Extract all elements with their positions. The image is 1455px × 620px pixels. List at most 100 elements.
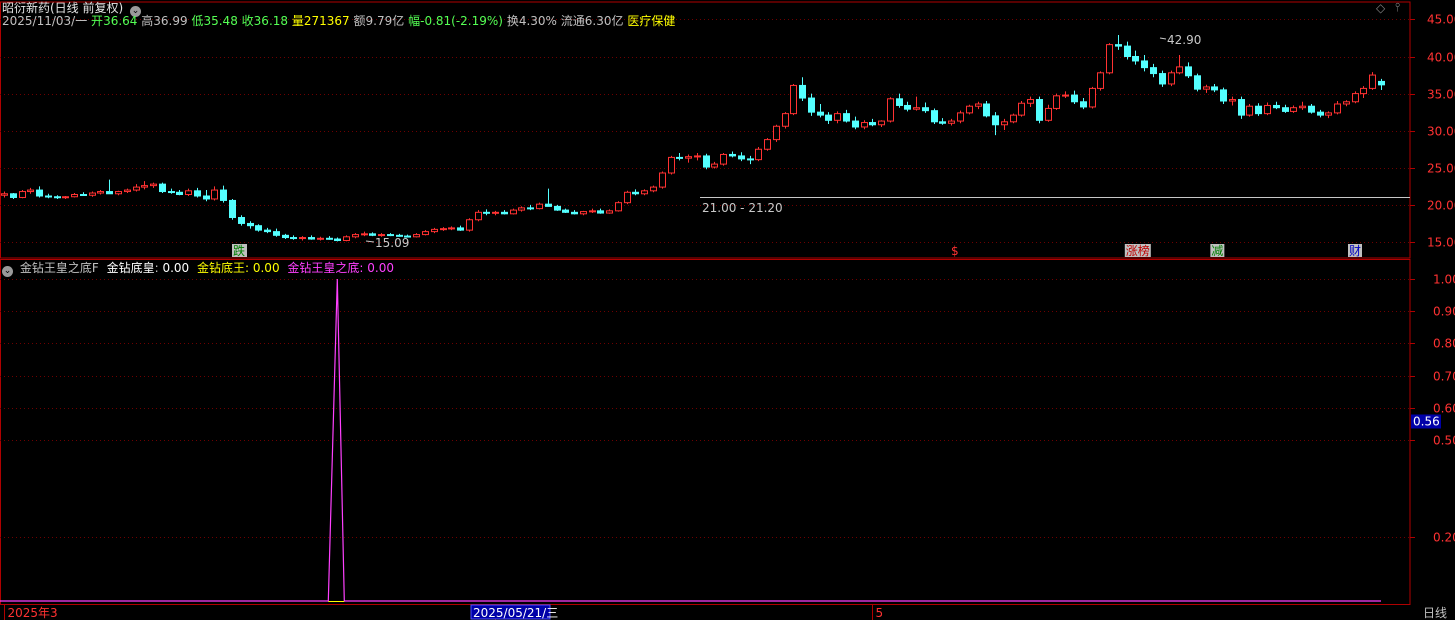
event-marker[interactable]: 财 [1348,244,1362,258]
candle [431,227,438,234]
candle [124,188,131,194]
stock-title[interactable]: 昭衍新药(日线 前复权) [2,1,123,15]
event-marker-label[interactable]: 减 [1211,244,1223,258]
event-marker[interactable]: 跌 [232,243,247,258]
candle [176,190,183,196]
close-value: 36.18 [253,14,289,28]
low-value: 35.48 [203,14,238,28]
candle [1150,63,1157,78]
sector-link[interactable]: 医疗保健 [627,14,675,28]
candle [808,93,815,116]
candle [159,182,166,194]
candle-body [659,172,666,188]
candle-body [1036,99,1043,121]
quote-row: 2025/11/03/一 开36.64 高36.99 低35.48 收36.18… [2,14,675,28]
candle-body [422,231,429,236]
indicator-name[interactable]: 金钻王皇之底F [20,261,99,275]
candle-body [624,191,631,204]
candle [668,155,675,175]
turnover-value: 4.30% [518,14,557,28]
period-label[interactable]: 日线 [1423,606,1447,620]
candle [1203,84,1210,93]
event-marker[interactable]: 涨榜 [1124,243,1151,258]
price-tick-label: 20.00 [1427,199,1455,213]
event-marker-label[interactable]: 涨榜 [1126,243,1150,258]
candle [694,152,701,161]
price-annotation: 15.09 [375,236,409,250]
price-axis: 15.00 20.00 25.00 30.00 35.00 40.00 45.00 [1410,13,1455,250]
indicator-tick-label: 0.20 [1433,531,1455,545]
candle-body [124,189,131,193]
candle-body [703,155,710,168]
candle [1282,104,1289,113]
event-marker[interactable]: 减 [1210,244,1225,258]
candle [1097,71,1104,91]
candle [1001,118,1008,130]
candle [203,190,210,202]
indicator-tick-label: 0.70 [1433,370,1455,384]
candle-body [299,237,306,240]
candle [1211,83,1218,93]
candle-body [1299,105,1306,109]
candle-body [1089,87,1096,108]
candle [71,193,78,198]
candle [939,118,946,125]
candle [352,233,359,239]
candle [290,235,297,240]
candle-body [992,115,999,126]
event-marker[interactable]: $ [951,244,959,258]
candle [676,152,683,161]
candle-body [326,237,333,240]
date-axis[interactable]: 2025年34578910112025/05/21/三 [4,604,1455,620]
candle-body [1045,107,1052,121]
chevron-down-icon[interactable]: ⌄ [2,266,13,277]
candle-body [711,163,718,168]
candle [799,77,806,102]
candle [317,236,324,241]
candle-body [457,227,464,231]
pin-icon[interactable]: ⫯ [1395,0,1400,15]
candle [659,171,666,189]
event-marker-label[interactable]: 财 [1349,244,1361,258]
amount-label: 额 [353,14,366,28]
candle [878,120,885,127]
candle [913,96,920,111]
candle-body [97,191,104,194]
candle-body [1176,66,1183,74]
stock-chart[interactable]: 15.00 20.00 25.00 30.00 35.00 40.00 45.00 0.20… [0,0,1455,620]
candle-body [27,189,34,193]
candle [747,155,754,165]
highlight-date-label[interactable]: 2025/05/21/三 [473,606,558,620]
candle [10,193,17,199]
candle-body [1097,72,1104,89]
candle-body [1246,105,1253,116]
candle [729,151,736,158]
price-tick-label: 15.00 [1427,236,1455,250]
candle-body [729,153,736,157]
candle [1080,98,1087,110]
indicator-value: 0.00 [162,261,190,275]
event-marker-label[interactable]: $ [951,244,959,258]
candle [97,190,104,195]
candle-body [834,113,841,121]
candle-body [1027,99,1034,104]
candle [1352,91,1359,104]
candle [229,198,236,220]
event-marker-label[interactable]: 跌 [233,243,245,258]
candle-body [1264,104,1271,115]
series-line-jinzuan-wanghuang [0,278,1381,602]
open-label: 开 [91,14,104,28]
candle-body [1352,93,1359,103]
candle-body [948,120,955,124]
candle-body [141,185,148,188]
low-label: 低 [191,14,204,28]
candle-body [1317,111,1324,116]
candle-body [975,103,982,107]
indicator-item-0: 金钻底皇: 0.00 [106,261,190,275]
candle [343,235,350,242]
diamond-icon[interactable]: ◇ [1376,1,1385,15]
candle [703,153,710,170]
candle-body [668,156,675,174]
candle [869,118,876,127]
candle [606,209,613,214]
